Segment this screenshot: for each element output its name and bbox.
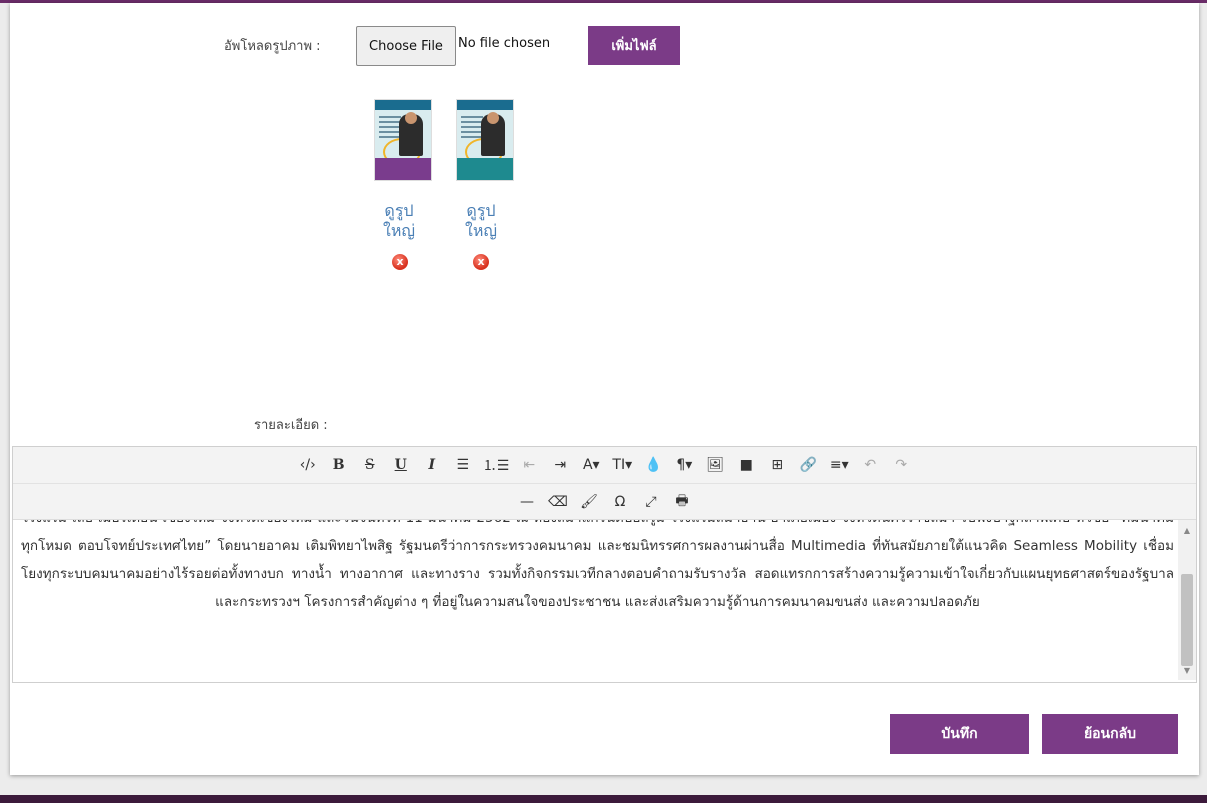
redo-icon[interactable]: ↷: [888, 453, 914, 477]
bold-icon[interactable]: B: [326, 453, 352, 477]
detail-label: รายละเอียด :: [254, 418, 328, 433]
view-large-link[interactable]: ดูรูปใหญ่: [374, 201, 424, 241]
ordered-list-icon[interactable]: ⒈☰: [481, 453, 512, 477]
file-status-text: No file chosen: [458, 36, 551, 51]
paragraph-format-icon[interactable]: ¶▾: [671, 453, 697, 477]
insert-image-icon[interactable]: 🖼: [702, 453, 728, 477]
delete-icon[interactable]: x: [392, 254, 408, 270]
view-large-link[interactable]: ดูรูปใหญ่: [456, 201, 506, 241]
underline-icon[interactable]: U: [388, 453, 414, 477]
delete-icon[interactable]: x: [473, 254, 489, 270]
horizontal-line-icon[interactable]: —: [514, 490, 540, 514]
align-icon[interactable]: ≡▾: [826, 453, 852, 477]
unordered-list-icon[interactable]: ☰: [450, 453, 476, 477]
scrollbar-thumb[interactable]: [1181, 574, 1193, 666]
choose-file-button[interactable]: Choose File: [356, 26, 456, 66]
form-panel: อัพโหลดรูปภาพ : Choose File No file chos…: [10, 3, 1199, 775]
rich-text-editor: ‹/› B S U I ☰ ⒈☰ ⇤ ⇥ A▾ TI▾ 💧 ¶▾ 🖼 ■ ⊞ 🔗…: [12, 446, 1197, 683]
insert-video-icon[interactable]: ■: [733, 453, 759, 477]
strikethrough-icon[interactable]: S: [357, 453, 383, 477]
clear-format-icon[interactable]: ⌫: [545, 490, 571, 514]
color-icon[interactable]: 💧: [640, 453, 666, 477]
back-button[interactable]: ย้อนกลับ: [1042, 714, 1178, 754]
save-button[interactable]: บันทึก: [890, 714, 1029, 754]
print-icon[interactable]: 🖶: [669, 490, 695, 514]
italic-icon[interactable]: I: [419, 453, 445, 477]
fullscreen-icon[interactable]: ⤢: [638, 490, 664, 514]
toolbar-row-1: ‹/› B S U I ☰ ⒈☰ ⇤ ⇥ A▾ TI▾ 💧 ¶▾ 🖼 ■ ⊞ 🔗…: [13, 447, 1196, 483]
font-family-icon[interactable]: A▾: [578, 453, 604, 477]
scroll-up-icon[interactable]: ▲: [1178, 524, 1196, 538]
special-character-icon[interactable]: Ω: [607, 490, 633, 514]
editor-scrollbar[interactable]: ▲ ▼: [1178, 520, 1196, 680]
footer-bar: [0, 795, 1207, 803]
image-thumbnail[interactable]: [374, 99, 432, 181]
add-file-button[interactable]: เพิ่มไฟล์: [588, 26, 680, 65]
editor-content-text[interactable]: โรงแรม เลอ เมอริเดียน เชียงใหม่ จังหวัดเ…: [21, 520, 1174, 616]
image-thumbnail[interactable]: [456, 99, 514, 181]
format-painter-icon[interactable]: 🖌: [576, 490, 602, 514]
insert-link-icon[interactable]: 🔗: [795, 453, 821, 477]
editor-content-area[interactable]: โรงแรม เลอ เมอริเดียน เชียงใหม่ จังหวัดเ…: [13, 520, 1196, 680]
scroll-down-icon[interactable]: ▼: [1178, 664, 1196, 678]
outdent-icon[interactable]: ⇤: [516, 453, 542, 477]
insert-table-icon[interactable]: ⊞: [764, 453, 790, 477]
undo-icon[interactable]: ↶: [857, 453, 883, 477]
upload-image-label: อัพโหลดรูปภาพ :: [224, 39, 321, 54]
editor-toolbar: ‹/› B S U I ☰ ⒈☰ ⇤ ⇥ A▾ TI▾ 💧 ¶▾ 🖼 ■ ⊞ 🔗…: [13, 447, 1196, 520]
toolbar-row-2: — ⌫ 🖌 Ω ⤢ 🖶: [13, 483, 1196, 520]
font-size-icon[interactable]: TI▾: [609, 453, 635, 477]
code-view-icon[interactable]: ‹/›: [295, 453, 321, 477]
indent-icon[interactable]: ⇥: [547, 453, 573, 477]
